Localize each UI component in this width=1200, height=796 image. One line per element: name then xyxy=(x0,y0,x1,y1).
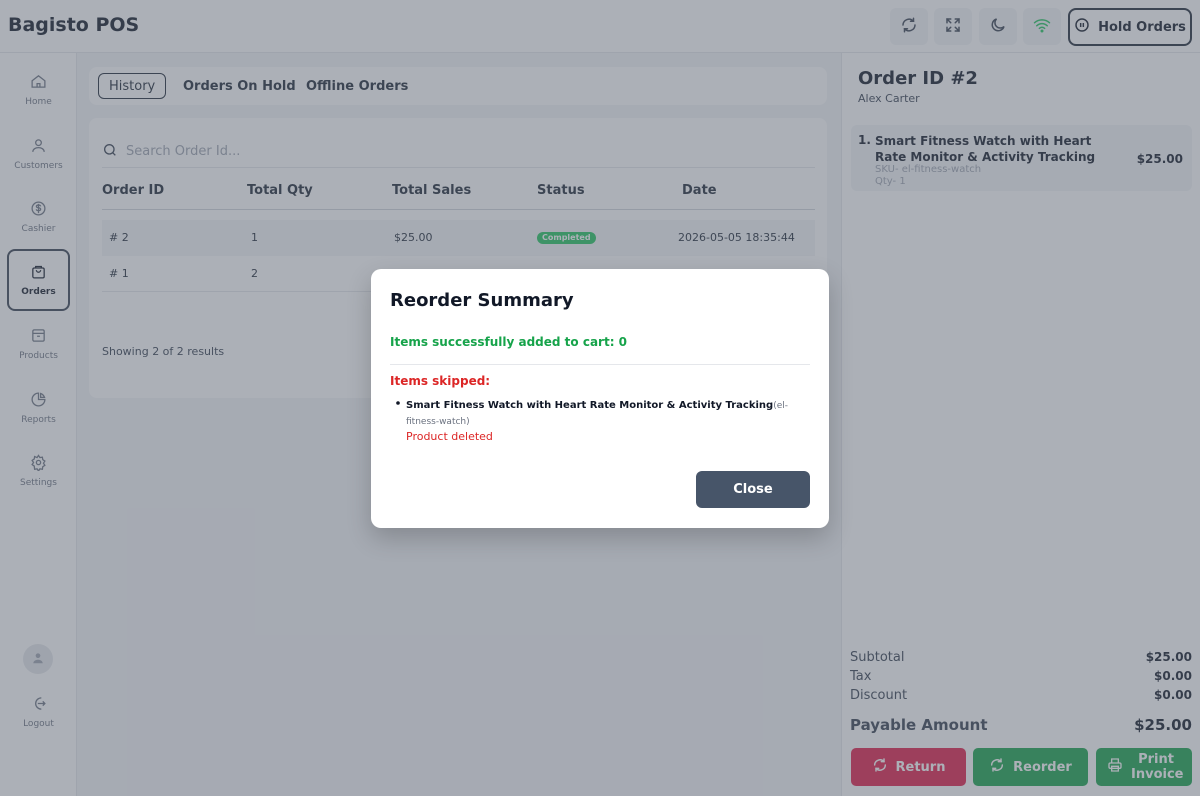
bullet-icon xyxy=(396,401,400,405)
modal-title: Reorder Summary xyxy=(390,290,574,311)
skipped-label: Items skipped: xyxy=(390,374,491,388)
divider xyxy=(390,364,810,365)
success-message: Items successfully added to cart: 0 xyxy=(390,335,628,349)
close-button[interactable]: Close xyxy=(696,471,810,508)
skipped-item-name: Smart Fitness Watch with Heart Rate Moni… xyxy=(406,400,774,411)
skipped-reason: Product deleted xyxy=(406,430,493,443)
skipped-item: Smart Fitness Watch with Heart Rate Moni… xyxy=(406,398,811,430)
reorder-summary-modal: Reorder Summary Items successfully added… xyxy=(371,269,829,528)
